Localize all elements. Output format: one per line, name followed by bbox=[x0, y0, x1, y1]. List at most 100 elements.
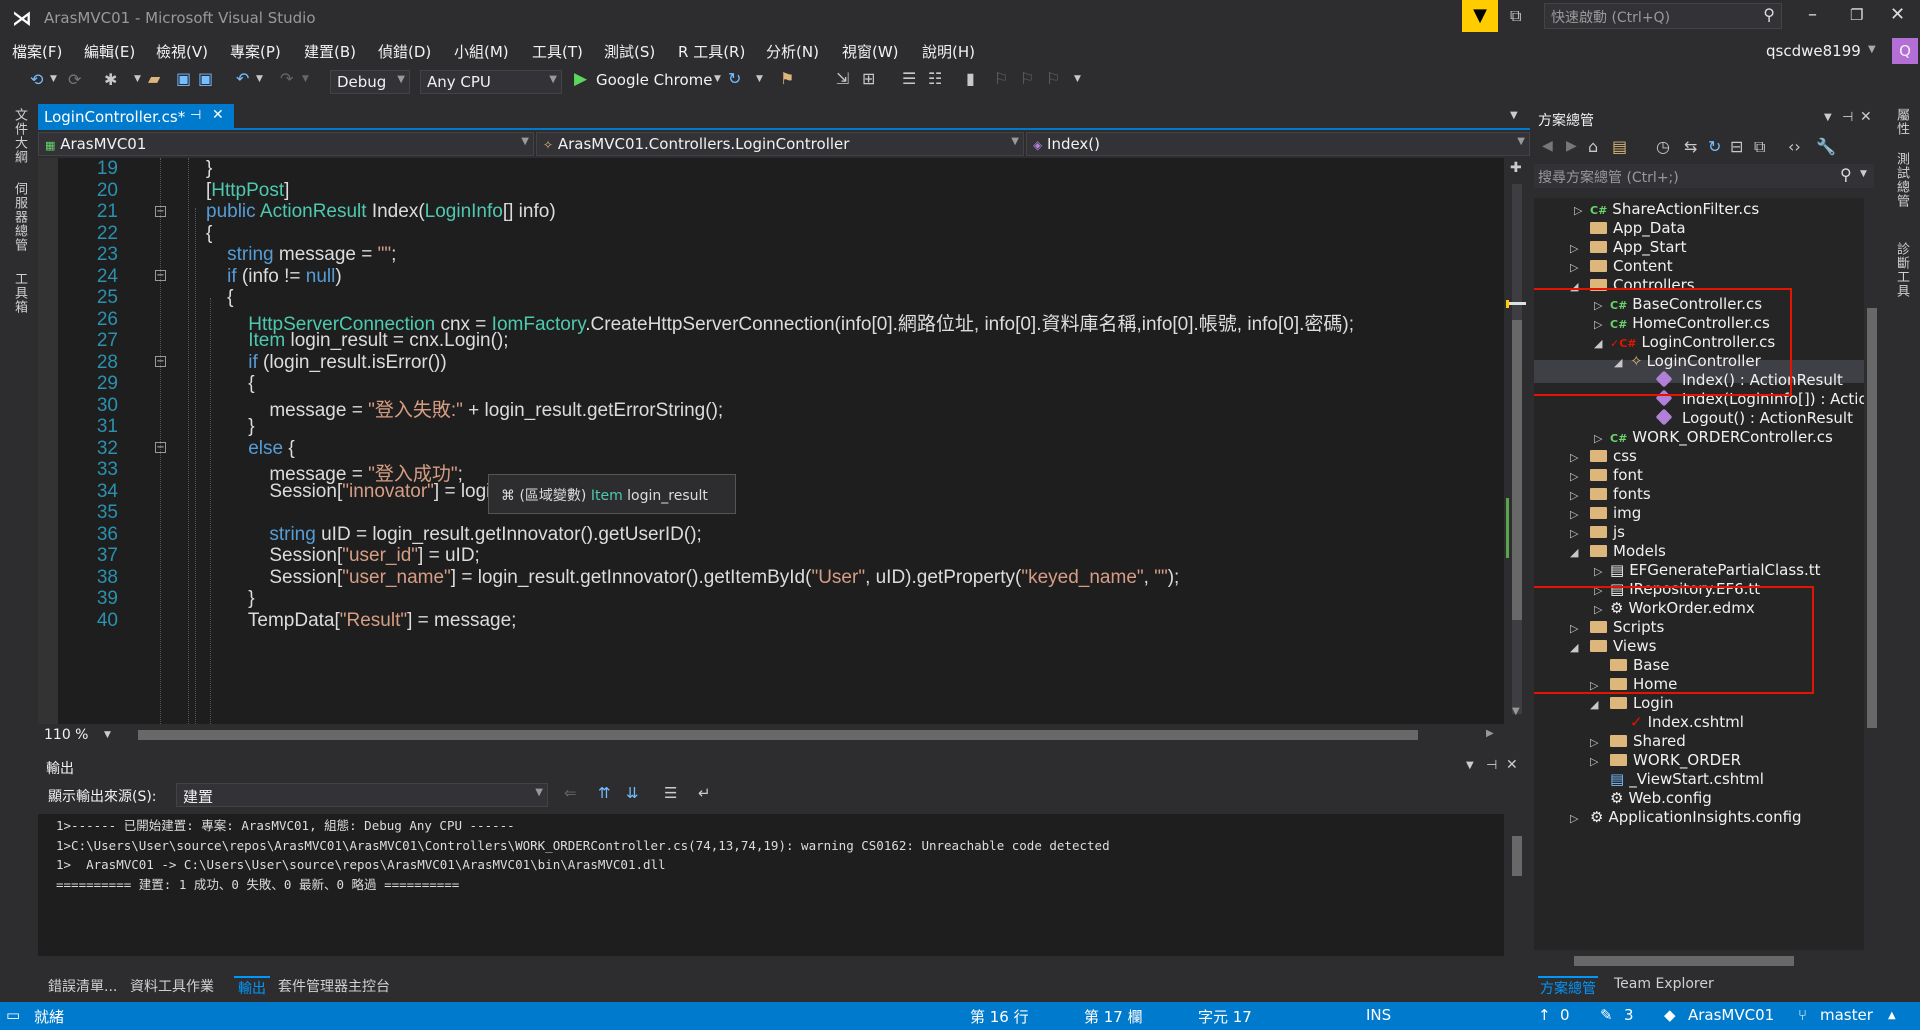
close-panel-icon[interactable]: ✕ bbox=[1860, 109, 1872, 125]
save-icon[interactable]: ▣ bbox=[176, 69, 191, 88]
run-target-button[interactable]: Google Chrome bbox=[596, 71, 713, 89]
save-all-icon[interactable]: ▣ bbox=[198, 69, 213, 88]
menu-r-tools[interactable]: R 工具(R) bbox=[678, 41, 745, 62]
expand-icon[interactable]: ▷ bbox=[1570, 807, 1578, 830]
menu-file[interactable]: 檔案(F) bbox=[12, 41, 62, 62]
status-push-count[interactable]: 0 bbox=[1560, 1006, 1570, 1024]
back-icon[interactable]: ◀ bbox=[1542, 138, 1553, 154]
collapse-icon[interactable]: − bbox=[155, 270, 166, 281]
quick-launch-input[interactable]: 快速啟動 (Ctrl+Q) ⚲ bbox=[1544, 3, 1782, 29]
outdent-icon[interactable]: ☷ bbox=[928, 69, 942, 88]
close-panel-icon[interactable]: ✕ bbox=[1506, 757, 1518, 773]
code-editor[interactable]: 19 20 21 22 23 24 25 26 27 28 29 30 31 3… bbox=[38, 158, 1504, 724]
menu-edit[interactable]: 編輯(E) bbox=[84, 41, 135, 62]
pencil-icon[interactable]: ✎ bbox=[1600, 1006, 1613, 1024]
properties-icon[interactable]: 🔧 bbox=[1816, 137, 1836, 156]
refresh-icon[interactable]: ↻ bbox=[728, 69, 741, 88]
minimize-button[interactable]: – bbox=[1808, 4, 1817, 25]
bookmark-clear-icon[interactable]: ⚐ bbox=[1046, 69, 1060, 88]
menu-tools[interactable]: 工具(T) bbox=[532, 41, 583, 62]
status-branch[interactable]: master bbox=[1820, 1006, 1873, 1024]
nav-class-select[interactable]: ✧ ArasMVC01.Controllers.LoginController ▼ bbox=[536, 132, 1024, 156]
bookmark-icon[interactable]: ▮ bbox=[966, 69, 975, 88]
tab-toolbox[interactable]: 工具箱 bbox=[10, 272, 29, 314]
menu-window[interactable]: 視窗(W) bbox=[842, 41, 899, 62]
goto-error-icon[interactable]: ⇐ bbox=[564, 784, 577, 802]
clear-all-icon[interactable]: ☰ bbox=[664, 784, 677, 802]
back-icon[interactable]: ⟲ bbox=[30, 70, 43, 89]
new-dropdown-icon[interactable]: ▼ bbox=[134, 74, 141, 84]
platform-select[interactable]: Any CPU ▼ bbox=[420, 70, 562, 94]
user-chevron-icon[interactable]: ▼ bbox=[1868, 44, 1876, 55]
sync-icon[interactable]: ⇆ bbox=[1684, 137, 1697, 156]
collapse-icon[interactable]: − bbox=[155, 442, 166, 453]
expand-icon[interactable]: ▷ bbox=[1574, 199, 1582, 222]
home-icon[interactable]: ⌂ bbox=[1588, 137, 1598, 156]
collapse-icon[interactable]: − bbox=[155, 206, 166, 217]
status-repo[interactable]: ArasMVC01 bbox=[1688, 1006, 1774, 1024]
refresh-icon[interactable]: ↻ bbox=[1708, 137, 1721, 156]
push-icon[interactable]: ↑ bbox=[1538, 1006, 1551, 1024]
menu-build[interactable]: 建置(B) bbox=[304, 41, 356, 62]
toolbar-overflow-icon[interactable]: ▼ bbox=[1074, 74, 1081, 84]
repo-icon[interactable]: ◆ bbox=[1664, 1006, 1676, 1024]
collapse-all-icon[interactable]: ⊟ bbox=[1730, 137, 1743, 156]
close-button[interactable]: ✕ bbox=[1890, 4, 1905, 25]
close-tab-icon[interactable]: ✕ bbox=[212, 107, 224, 123]
branch-icon[interactable]: ⑂ bbox=[1798, 1006, 1807, 1024]
panel-options-icon[interactable]: ▼ bbox=[1824, 112, 1832, 123]
refresh-dropdown-icon[interactable]: ▼ bbox=[756, 74, 763, 84]
zoom-dropdown-icon[interactable]: ▼ bbox=[104, 730, 111, 740]
word-wrap-icon[interactable]: ↵ bbox=[698, 784, 711, 802]
tab-diagnostic-tools[interactable]: 診斷工具 bbox=[1892, 242, 1911, 298]
tree-item[interactable]: ▷ ⚙ ApplicationInsights.config bbox=[1570, 806, 1802, 829]
menu-help[interactable]: 說明(H) bbox=[922, 41, 975, 62]
scroll-down-icon[interactable]: ▼ bbox=[1512, 706, 1520, 717]
threads-icon[interactable]: ⊞ bbox=[862, 69, 875, 88]
redo-icon[interactable]: ↷ bbox=[280, 69, 293, 88]
output-text[interactable]: 1>------ 已開始建置: 專案: ArasMVC01, 組態: Debug… bbox=[38, 814, 1504, 956]
avatar[interactable]: Q bbox=[1892, 38, 1918, 64]
menu-test[interactable]: 測試(S) bbox=[604, 41, 655, 62]
editor-vertical-scrollbar[interactable]: ✚ ▼ bbox=[1504, 158, 1530, 724]
solution-vscroll[interactable] bbox=[1864, 198, 1880, 950]
notification-flag-icon[interactable]: ▼ bbox=[1462, 0, 1498, 32]
menu-debug[interactable]: 偵錯(D) bbox=[378, 41, 431, 62]
panel-options-icon[interactable]: ▼ bbox=[1466, 760, 1474, 771]
output-hscroll[interactable] bbox=[38, 956, 1504, 972]
user-name[interactable]: qscdwe8199 bbox=[1766, 42, 1861, 60]
run-icon[interactable]: ▶ bbox=[574, 69, 587, 89]
pin-icon[interactable]: ⊣ bbox=[1486, 758, 1497, 773]
solution-search-input[interactable]: 搜尋方案總管 (Ctrl+;) ⚲ ▼ bbox=[1534, 164, 1874, 188]
scroll-thumb[interactable] bbox=[1867, 308, 1877, 728]
prev-message-icon[interactable]: ⇈ bbox=[598, 784, 611, 802]
menu-project[interactable]: 專案(P) bbox=[230, 41, 281, 62]
tab-solution-explorer[interactable]: 方案總管 bbox=[1538, 976, 1598, 998]
zoom-select[interactable]: 110 % bbox=[44, 727, 88, 743]
split-icon[interactable]: ✚ bbox=[1510, 160, 1522, 176]
search-options-icon[interactable]: ▼ bbox=[1860, 169, 1867, 179]
solution-tree[interactable]: ▷ C# ShareActionFilter.cs App_Data ▷ App_St… bbox=[1534, 198, 1864, 950]
tab-error-list[interactable]: 錯誤清單... bbox=[48, 976, 117, 996]
tab-document-outline[interactable]: 文件大綱 bbox=[10, 108, 29, 164]
h-scroll-thumb[interactable] bbox=[1574, 956, 1794, 966]
collapse-icon[interactable]: ◢ bbox=[1570, 541, 1578, 564]
collapse-icon[interactable]: ◢ bbox=[1590, 693, 1598, 716]
maximize-button[interactable]: ❐ bbox=[1850, 6, 1863, 24]
output-vscroll[interactable] bbox=[1504, 814, 1530, 956]
solution-hscroll[interactable] bbox=[1534, 950, 1874, 972]
tab-test-explorer[interactable]: 測試總管 bbox=[1892, 152, 1911, 208]
bookmark-prev-icon[interactable]: ⚐ bbox=[994, 69, 1008, 88]
pending-changes-icon[interactable]: ◷ bbox=[1656, 137, 1670, 156]
new-project-icon[interactable]: ✱ bbox=[104, 70, 117, 89]
indent-icon[interactable]: ☰ bbox=[902, 69, 916, 88]
bookmark-next-icon[interactable]: ⚐ bbox=[1020, 69, 1034, 88]
switch-views-icon[interactable]: ▤ bbox=[1612, 137, 1627, 156]
tab-package-manager[interactable]: 套件管理器主控台 bbox=[278, 976, 390, 996]
forward-icon[interactable]: ▶ bbox=[1566, 138, 1577, 154]
h-scroll-thumb[interactable] bbox=[138, 730, 1418, 740]
menu-analyze[interactable]: 分析(N) bbox=[766, 41, 819, 62]
view-code-icon[interactable]: ‹› bbox=[1788, 137, 1801, 156]
feedback-icon[interactable]: ⧉ bbox=[1510, 6, 1521, 26]
collapse-icon[interactable]: − bbox=[155, 356, 166, 367]
